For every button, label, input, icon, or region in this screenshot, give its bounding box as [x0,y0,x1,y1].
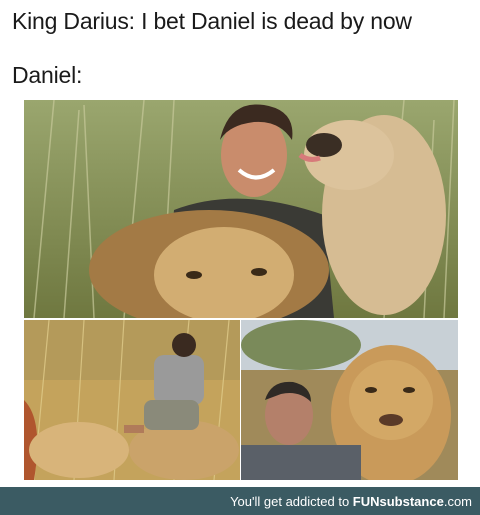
photo-man-hugging-lions [24,100,458,318]
photo-man-resting-with-lion-art [241,320,458,480]
footer-brand-fun: FUN [352,494,380,509]
site-footer-banner: You'll get addicted to FUNsubstance.com [0,487,480,515]
photo-man-riding-lion-art [24,320,240,480]
photo-man-riding-lion [24,320,240,480]
footer-text: You'll get addicted to FUNsubstance.com [230,494,472,509]
footer-brand: FUNsubstance [353,494,444,509]
caption-line-1: King Darius: I bet Daniel is dead by now [12,8,412,34]
footer-tagline: You'll get addicted to [230,494,353,509]
footer-brand-substance: substance [379,494,444,509]
photo-man-resting-with-lion [241,320,458,480]
photo-man-hugging-lions-art [24,100,458,318]
footer-brand-tld: .com [443,494,472,509]
caption-line-2: Daniel: [12,62,83,88]
